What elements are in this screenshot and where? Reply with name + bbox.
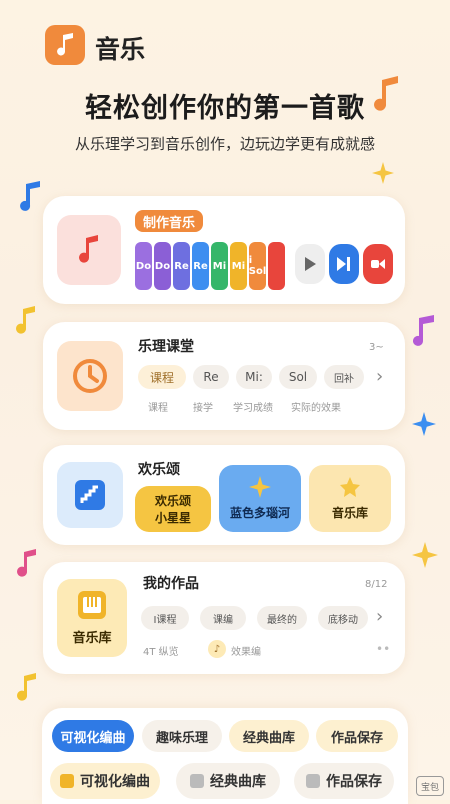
- tab-fun-theory[interactable]: 趣味乐理: [142, 720, 222, 752]
- chevron-right-icon[interactable]: ›: [376, 366, 383, 387]
- works-chip[interactable]: 底移动: [318, 606, 368, 630]
- record-button[interactable]: [363, 244, 393, 284]
- piano-keys[interactable]: Do Do Re Re Mi Mi i Sol: [135, 242, 291, 290]
- works-tile[interactable]: 音乐库: [57, 579, 127, 657]
- library-label: 音乐库: [331, 506, 368, 520]
- library-icon: [340, 477, 360, 497]
- piano-key[interactable]: [268, 242, 285, 290]
- piano-key[interactable]: Re: [173, 242, 190, 290]
- play-icon: [305, 257, 316, 271]
- theory-corner: 3~: [369, 342, 384, 353]
- orange-note-icon: [374, 76, 398, 111]
- next-button[interactable]: [329, 244, 359, 284]
- theory-title: 乐理课堂: [138, 339, 194, 355]
- sparkle-icon: [412, 542, 438, 568]
- skip-next-icon: [337, 257, 350, 271]
- piano-key[interactable]: Re: [192, 242, 209, 290]
- bottom-tab-classic-library[interactable]: 经典曲库: [176, 763, 280, 799]
- play-button[interactable]: [295, 244, 325, 284]
- theory-tag: 学习成绩: [233, 403, 273, 414]
- watermark-badge: 宝包: [416, 776, 444, 796]
- ode-tile[interactable]: [57, 462, 123, 528]
- more-dots[interactable]: ••: [376, 642, 390, 656]
- sparkle-icon: [372, 162, 394, 184]
- effect-icon: ♪: [208, 640, 226, 658]
- app-name: 音乐: [95, 35, 146, 64]
- theory-tag: 接学: [193, 403, 213, 414]
- song-card[interactable]: 欢乐颂 小星星: [135, 486, 211, 532]
- song-title: 蓝色多瑙河: [229, 506, 290, 520]
- ode-title: 欢乐颂: [138, 462, 180, 478]
- chip-sol[interactable]: Sol: [279, 365, 317, 389]
- app-icon: [45, 25, 85, 65]
- chip-return[interactable]: 回补: [324, 365, 364, 389]
- hero-subline: 从乐理学习到音乐创作，边玩边学更有成就感: [74, 135, 375, 153]
- arrange-icon: [60, 774, 74, 788]
- works-card[interactable]: 音乐库 我的作品 8/12 I课程 课编 最终的 底移动 › 4T 纵览 ♪ 效…: [43, 562, 405, 674]
- chevron-right-icon[interactable]: ›: [376, 606, 383, 627]
- song-card[interactable]: 蓝色多瑙河: [219, 465, 301, 532]
- yellow-note-icon: [16, 306, 35, 334]
- works-chip[interactable]: 最终的: [257, 606, 307, 630]
- sparkle-icon: [412, 412, 436, 436]
- song-title: 欢乐颂: [154, 494, 191, 508]
- theory-tag: 实际的效果: [291, 403, 341, 414]
- piano-icon: [78, 590, 106, 619]
- theory-card[interactable]: 乐理课堂 3~ 课程 Re Mi: Sol 回补 › 课程 接学 学习成绩 实际…: [43, 322, 405, 430]
- compose-tile[interactable]: [57, 215, 121, 285]
- theory-tile[interactable]: [57, 341, 123, 411]
- tab-visual-arrange[interactable]: 可视化编曲: [52, 720, 134, 752]
- compose-card[interactable]: 制作音乐 Do Do Re Re Mi Mi i Sol: [43, 196, 405, 304]
- bottom-tab-visual-arrange[interactable]: 可视化编曲: [50, 763, 160, 799]
- library-icon: [190, 774, 204, 788]
- chip-re[interactable]: Re: [193, 365, 229, 389]
- compose-badge: 制作音乐: [135, 210, 204, 232]
- theory-tag: 课程: [148, 403, 168, 414]
- bottom-tab-label: 经典曲库: [210, 774, 266, 790]
- piano-key[interactable]: Do: [154, 242, 171, 290]
- yellow-note-icon: [17, 673, 36, 701]
- music-note-icon: [57, 33, 73, 56]
- piano-key[interactable]: Do: [135, 242, 152, 290]
- works-chip[interactable]: I课程: [141, 606, 189, 630]
- bottom-tab-save-works[interactable]: 作品保存: [294, 763, 394, 799]
- stairs-icon: [75, 480, 105, 510]
- library-card[interactable]: 音乐库: [309, 465, 391, 532]
- tab-classic-library[interactable]: 经典曲库: [229, 720, 309, 752]
- pink-note-icon: [17, 549, 36, 577]
- works-footer-left: 4T 纵览: [143, 647, 179, 658]
- star-icon: [249, 476, 271, 498]
- bottom-tab-label: 作品保存: [326, 774, 382, 790]
- music-note-icon: [79, 235, 98, 263]
- works-footer-right: 效果编: [231, 647, 261, 658]
- piano-key[interactable]: Mi: [230, 242, 247, 290]
- purple-note-icon: [413, 315, 434, 346]
- bottom-tab-label: 可视化编曲: [80, 774, 150, 790]
- works-tile-label: 音乐库: [72, 630, 112, 646]
- piano-key[interactable]: Mi: [211, 242, 228, 290]
- chip-mi[interactable]: Mi:: [236, 365, 272, 389]
- feature-tabs: 可视化编曲 趣味乐理 经典曲库 作品保存 可视化编曲 经典曲库 作品保存: [42, 708, 408, 804]
- piano-key[interactable]: i Sol: [249, 242, 266, 290]
- save-icon: [306, 774, 320, 788]
- song-subtitle: 小星星: [154, 511, 191, 525]
- clock-icon: [73, 359, 107, 393]
- ode-card[interactable]: 欢乐颂 欢乐颂 小星星 蓝色多瑙河 音乐库: [43, 445, 405, 545]
- record-icon: [371, 259, 385, 269]
- works-title: 我的作品: [143, 576, 199, 592]
- tab-save-works[interactable]: 作品保存: [316, 720, 398, 752]
- works-corner: 8/12: [365, 579, 388, 590]
- works-chip[interactable]: 课编: [200, 606, 246, 630]
- chip-course[interactable]: 课程: [138, 365, 186, 389]
- blue-note-icon: [20, 181, 40, 211]
